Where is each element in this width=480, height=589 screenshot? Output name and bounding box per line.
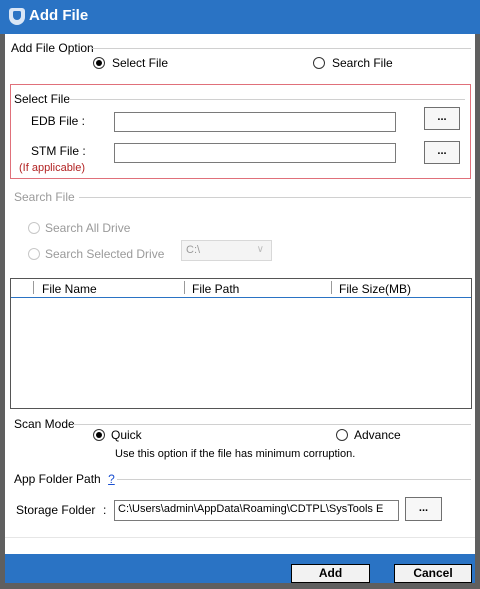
column-header-file-name[interactable]: File Name [42, 282, 97, 296]
column-header-file-path[interactable]: File Path [192, 282, 239, 296]
scan-mode-hint: Use this option if the file has minimum … [115, 448, 356, 460]
add-button[interactable]: Add [291, 564, 370, 583]
column-separator [33, 281, 34, 294]
stm-browse-button[interactable]: ... [424, 141, 460, 164]
app-folder-legend-text: App Folder Path [14, 472, 101, 486]
select-file-radio[interactable] [93, 57, 105, 69]
stm-file-input[interactable] [114, 143, 396, 163]
column-header-file-size[interactable]: File Size(MB) [339, 282, 411, 296]
file-list-table[interactable]: File Name File Path File Size(MB) [10, 278, 472, 409]
group-divider [73, 424, 471, 425]
stm-file-label: STM File : [31, 144, 86, 158]
search-file-radio-label[interactable]: Search File [332, 56, 393, 70]
group-divider [117, 479, 471, 480]
scan-mode-legend: Scan Mode [14, 417, 75, 431]
app-folder-legend: App Folder Path ? [14, 472, 115, 486]
shield-icon [9, 8, 25, 25]
advance-scan-radio[interactable] [336, 429, 348, 441]
table-header: File Name File Path File Size(MB) [11, 279, 471, 298]
edb-browse-button[interactable]: ... [424, 107, 460, 130]
add-file-option-legend: Add File Option [11, 41, 94, 55]
quick-scan-label[interactable]: Quick [111, 428, 142, 442]
quick-scan-radio[interactable] [93, 429, 105, 441]
group-divider [91, 48, 471, 49]
help-link[interactable]: ? [108, 472, 115, 486]
search-all-drive-label[interactable]: Search All Drive [45, 221, 130, 235]
window-title: Add File [29, 7, 89, 24]
storage-browse-button[interactable]: ... [405, 497, 442, 521]
select-file-legend: Select File [14, 92, 71, 106]
search-file-legend: Search File [14, 190, 75, 204]
footer-divider [5, 537, 475, 538]
drive-select[interactable]: C:\ ∨ [181, 240, 272, 261]
storage-folder-label: Storage Folder [16, 503, 96, 517]
search-all-drive-radio[interactable] [28, 222, 40, 234]
advance-scan-label[interactable]: Advance [354, 428, 401, 442]
add-file-window: Add File Add File Option Select File Sea… [0, 0, 480, 589]
chevron-down-icon: ∨ [256, 244, 264, 255]
storage-folder-input[interactable]: C:\Users\admin\AppData\Roaming\CDTPL\Sys… [114, 500, 399, 521]
edb-file-label: EDB File : [31, 114, 86, 128]
group-divider [79, 197, 471, 198]
dialog-body: Add File Option Select File Search File … [5, 34, 475, 583]
column-separator [184, 281, 185, 294]
drive-select-value: C:\ [186, 244, 201, 256]
cancel-button[interactable]: Cancel [394, 564, 472, 583]
search-selected-drive-radio[interactable] [28, 248, 40, 260]
edb-file-input[interactable] [114, 112, 396, 132]
stm-applicable-note: (If applicable) [19, 162, 86, 174]
group-divider [69, 99, 465, 100]
storage-folder-colon: : [103, 503, 107, 517]
select-file-radio-label[interactable]: Select File [112, 56, 168, 70]
search-selected-drive-label[interactable]: Search Selected Drive [45, 247, 164, 261]
title-bar: Add File [0, 0, 480, 34]
search-file-radio[interactable] [313, 57, 325, 69]
column-separator [331, 281, 332, 294]
